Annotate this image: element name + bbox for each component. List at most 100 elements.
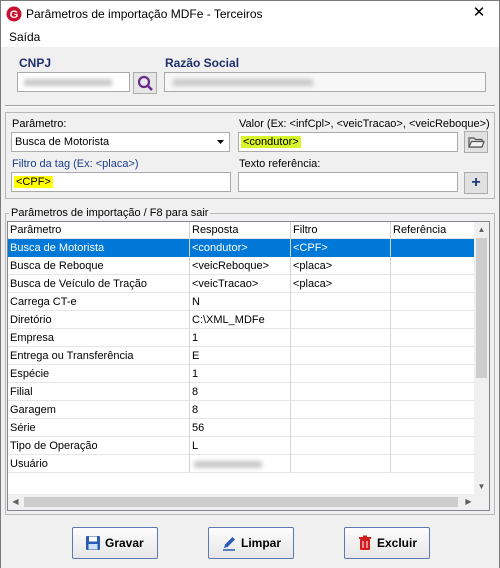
- cell-parametro[interactable]: Empresa: [8, 329, 190, 347]
- cell-filtro[interactable]: <placa>: [291, 275, 391, 293]
- cell-referencia[interactable]: [391, 401, 476, 419]
- cell-filtro[interactable]: <placa>: [291, 257, 391, 275]
- cell-referencia[interactable]: [391, 437, 476, 455]
- grid-title: Parâmetros de importação / F8 para sair: [9, 207, 211, 219]
- cell-resposta[interactable]: 8: [190, 401, 291, 419]
- cell-filtro[interactable]: [291, 383, 391, 401]
- cell-referencia[interactable]: [391, 275, 476, 293]
- parameters-grid[interactable]: Parâmetro Resposta Filtro Referência Bus…: [7, 221, 490, 511]
- cell-filtro[interactable]: [291, 401, 391, 419]
- window-title: Parâmetros de importação MDFe - Terceiro…: [26, 7, 263, 21]
- filtro-input[interactable]: <CPF>: [11, 172, 231, 192]
- column-header-resposta[interactable]: Resposta: [190, 222, 291, 239]
- cell-resposta[interactable]: C:\XML_MDFe: [190, 311, 291, 329]
- divider: [5, 105, 495, 107]
- usuario-redacted: [194, 461, 262, 468]
- cell-referencia[interactable]: [391, 347, 476, 365]
- cell-resposta[interactable]: 56: [190, 419, 291, 437]
- close-button[interactable]: ✕: [471, 5, 487, 21]
- horizontal-scroll-thumb[interactable]: [24, 497, 458, 507]
- texto-referencia-input[interactable]: [238, 172, 458, 192]
- cell-filtro[interactable]: [291, 293, 391, 311]
- pencil-icon: [223, 537, 235, 551]
- cell-referencia[interactable]: [391, 419, 476, 437]
- browse-folder-button[interactable]: [464, 131, 488, 153]
- scroll-down-icon[interactable]: ▼: [474, 479, 489, 494]
- cell-parametro[interactable]: Garagem: [8, 401, 190, 419]
- limpar-label: Limpar: [241, 536, 282, 550]
- cell-referencia[interactable]: [391, 455, 476, 473]
- folder-icon: [468, 137, 485, 148]
- column-header-filtro[interactable]: Filtro: [291, 222, 391, 239]
- parametro-label: Parâmetro:: [12, 118, 67, 130]
- plus-icon: +: [471, 174, 481, 191]
- cell-resposta[interactable]: 1: [190, 329, 291, 347]
- valor-input[interactable]: <condutor>: [238, 132, 458, 152]
- cell-resposta[interactable]: 1: [190, 365, 291, 383]
- cell-parametro[interactable]: Série: [8, 419, 190, 437]
- limpar-button[interactable]: Limpar: [208, 527, 294, 559]
- cell-referencia[interactable]: [391, 329, 476, 347]
- cell-parametro[interactable]: Busca de Motorista: [8, 239, 190, 257]
- cell-filtro[interactable]: [291, 347, 391, 365]
- search-icon: [137, 75, 153, 91]
- menu-item-saida[interactable]: Saída: [9, 30, 40, 44]
- cell-filtro[interactable]: [291, 329, 391, 347]
- chevron-down-icon[interactable]: [212, 133, 229, 151]
- filtro-label: Filtro da tag (Ex: <placa>): [12, 158, 139, 170]
- gravar-button[interactable]: Gravar: [72, 527, 158, 559]
- cell-filtro[interactable]: [291, 365, 391, 383]
- texto-referencia-label: Texto referência:: [239, 158, 321, 170]
- column-header-referencia[interactable]: Referência: [391, 222, 476, 239]
- add-parameter-button[interactable]: +: [464, 172, 488, 194]
- excluir-button[interactable]: Excluir: [344, 527, 430, 559]
- cell-resposta[interactable]: 8: [190, 383, 291, 401]
- cell-parametro[interactable]: Diretório: [8, 311, 190, 329]
- trash-icon: [359, 535, 371, 550]
- menu-bar: Saída: [1, 27, 499, 47]
- cell-resposta[interactable]: <condutor>: [190, 239, 291, 257]
- excluir-label: Excluir: [377, 536, 418, 550]
- cell-filtro[interactable]: [291, 437, 391, 455]
- cell-parametro[interactable]: Entrega ou Transferência: [8, 347, 190, 365]
- vertical-scroll-thumb[interactable]: [476, 238, 487, 378]
- cell-parametro[interactable]: Tipo de Operação: [8, 437, 190, 455]
- cell-parametro[interactable]: Carrega CT-e: [8, 293, 190, 311]
- cell-filtro[interactable]: <CPF>: [291, 239, 391, 257]
- svg-text:G: G: [10, 9, 19, 21]
- cell-parametro[interactable]: Busca de Reboque: [8, 257, 190, 275]
- cnpj-field[interactable]: [17, 72, 130, 92]
- save-icon: [86, 536, 100, 550]
- valor-value: <condutor>: [241, 136, 301, 148]
- cell-resposta[interactable]: L: [190, 437, 291, 455]
- cell-referencia[interactable]: [391, 293, 476, 311]
- razao-social-label: Razão Social: [165, 56, 240, 70]
- valor-label: Valor (Ex: <infCpl>, <veicTracao>, <veic…: [239, 118, 490, 130]
- cell-parametro[interactable]: Filial: [8, 383, 190, 401]
- cell-filtro[interactable]: [291, 311, 391, 329]
- vertical-scrollbar[interactable]: ▲ ▼: [474, 222, 489, 494]
- parametro-select[interactable]: Busca de Motorista: [11, 132, 230, 152]
- parametro-selected-value: Busca de Motorista: [15, 136, 110, 148]
- cell-referencia[interactable]: [391, 257, 476, 275]
- cell-referencia[interactable]: [391, 311, 476, 329]
- cell-referencia[interactable]: [391, 239, 476, 257]
- cell-referencia[interactable]: [391, 383, 476, 401]
- cell-resposta[interactable]: [190, 455, 291, 473]
- cell-resposta[interactable]: E: [190, 347, 291, 365]
- scroll-up-icon[interactable]: ▲: [474, 222, 489, 237]
- cell-filtro[interactable]: [291, 455, 391, 473]
- scroll-left-icon[interactable]: ◀: [8, 494, 23, 509]
- column-header-parametro[interactable]: Parâmetro: [8, 222, 190, 239]
- cnpj-label: CNPJ: [19, 56, 52, 70]
- cell-parametro[interactable]: Espécie: [8, 365, 190, 383]
- cell-filtro[interactable]: [291, 419, 391, 437]
- search-button[interactable]: [133, 72, 157, 94]
- cell-parametro[interactable]: Busca de Veículo de Tração: [8, 275, 190, 293]
- cell-resposta[interactable]: <veicTracao>: [190, 275, 291, 293]
- horizontal-scrollbar[interactable]: ◀ ▶: [8, 494, 476, 510]
- cell-resposta[interactable]: N: [190, 293, 291, 311]
- cell-parametro[interactable]: Usuário: [8, 455, 190, 473]
- cell-resposta[interactable]: <veicReboque>: [190, 257, 291, 275]
- cell-referencia[interactable]: [391, 365, 476, 383]
